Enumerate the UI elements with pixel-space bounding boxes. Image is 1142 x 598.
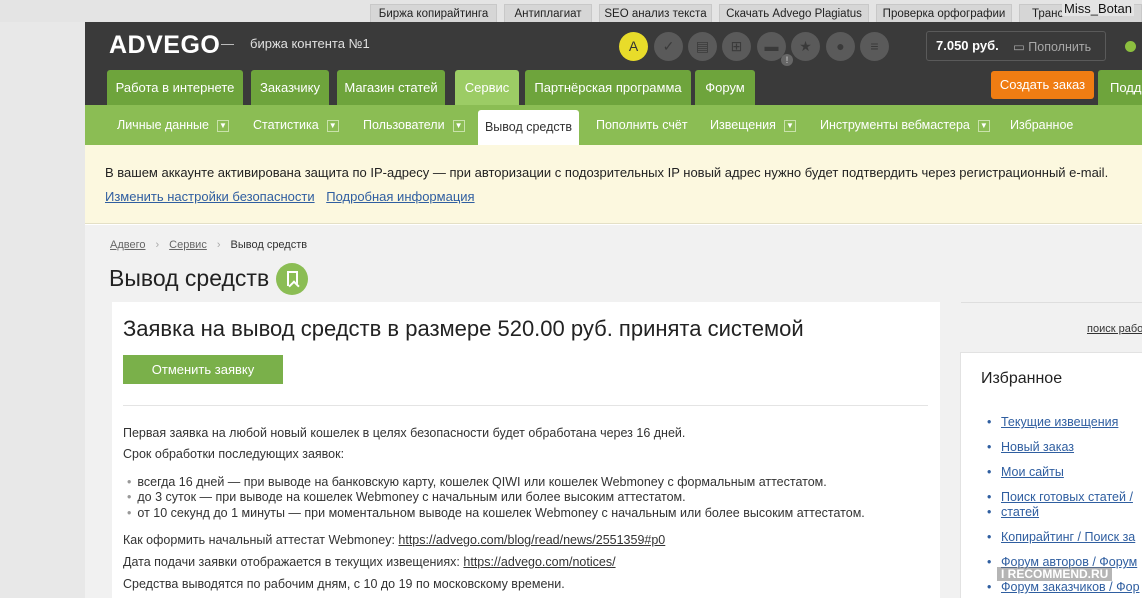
dropdown-icon: ▼ xyxy=(977,119,990,132)
list-icon[interactable]: ≡ xyxy=(860,32,889,61)
card-heading: Заявка на вывод средств в размере 520.00… xyxy=(123,316,804,341)
fav-link[interactable]: Мои сайты xyxy=(987,465,1064,480)
status-dot-icon xyxy=(1125,41,1136,52)
fav-link[interactable]: Новый заказ xyxy=(987,440,1074,455)
chat-icon[interactable]: ● xyxy=(826,32,855,61)
check-icon[interactable]: ✓ xyxy=(654,32,683,61)
hours-text: Средства выводятся по рабочим дням, с 10… xyxy=(123,577,565,591)
header: ADVEGO — биржа контента №1 A ✓ ▤ ⊞ ▬ ! ★ … xyxy=(85,22,1142,70)
first-request-text: Первая заявка на любой новый кошелек в ц… xyxy=(123,426,686,440)
notices-link[interactable]: https://advego.com/notices/ xyxy=(463,555,615,569)
chevron-right-icon: › xyxy=(216,239,221,251)
attest-line: Как оформить начальный аттестат Webmoney… xyxy=(123,533,666,547)
list-item: до 3 суток — при выводе на кошелек Webmo… xyxy=(127,490,685,504)
nav-shop[interactable]: Магазин статей xyxy=(337,70,445,105)
fav-link-cont[interactable]: статей xyxy=(987,505,1039,520)
dropdown-icon: ▼ xyxy=(326,119,339,132)
cart-icon[interactable]: ⊞ xyxy=(722,32,751,61)
subnav-stats[interactable]: Статистика ▼ xyxy=(253,105,339,145)
translate-icon[interactable]: A xyxy=(619,32,648,61)
promo-tab[interactable]: Антиплагиат xyxy=(504,4,592,22)
more-info-link[interactable]: Подробная информация xyxy=(326,189,474,204)
withdraw-card: Заявка на вывод средств в размере 520.00… xyxy=(112,302,940,598)
favorites-title: Избранное xyxy=(981,370,1063,387)
site: ADVEGO — биржа контента №1 A ✓ ▤ ⊞ ▬ ! ★ … xyxy=(85,22,1142,598)
nav-partner[interactable]: Партнёрская программа xyxy=(525,70,691,105)
breadcrumb: Адвего › Сервис › Вывод средств xyxy=(110,239,307,251)
balance-amount: 7.050 руб. xyxy=(936,38,999,53)
search-work-link[interactable]: поиск рабо xyxy=(1087,323,1142,335)
nav-customer[interactable]: Заказчику xyxy=(251,70,329,105)
promo-bar: Биржа копирайтинга Антиплагиат SEO анали… xyxy=(0,0,1142,22)
promo-tab[interactable]: Скачать Advego Plagiatus xyxy=(719,4,869,22)
username[interactable]: Miss_Botan xyxy=(1062,1,1134,16)
document-icon[interactable]: ▤ xyxy=(688,32,717,61)
breadcrumb-link[interactable]: Сервис xyxy=(169,239,207,251)
breadcrumb-link[interactable]: Адвего xyxy=(110,239,145,251)
dropdown-icon: ▼ xyxy=(783,119,796,132)
promo-tab[interactable]: Проверка орфографии xyxy=(876,4,1012,22)
chevron-right-icon: › xyxy=(155,239,160,251)
bookmark-icon[interactable] xyxy=(276,263,308,295)
divider xyxy=(123,405,928,406)
divider xyxy=(961,302,1142,303)
logo[interactable]: ADVEGO xyxy=(109,31,220,60)
promo-tab[interactable]: Биржа копирайтинга xyxy=(370,4,497,22)
nav-forum[interactable]: Форум xyxy=(695,70,755,105)
notice-links: Изменить настройки безопасности Подробна… xyxy=(105,189,483,204)
subnav-notices[interactable]: Извещения ▼ xyxy=(710,105,796,145)
create-order-button[interactable]: Создать заказ xyxy=(991,71,1094,99)
security-notice: В вашем аккаунте активирована защита по … xyxy=(85,145,1142,224)
fav-link[interactable]: Поиск готовых статей / xyxy=(987,490,1133,505)
sub-nav: Личные данные ▼ Статистика ▼ Пользователи ▼… xyxy=(85,105,1142,145)
processing-title: Срок обработки последующих заявок: xyxy=(123,447,345,461)
notification-badge: ! xyxy=(781,54,793,66)
notice-text: В вашем аккаунте активирована защита по … xyxy=(105,165,1109,180)
dropdown-icon: ▼ xyxy=(217,119,229,132)
attest-link[interactable]: https://advego.com/blog/read/news/255135… xyxy=(398,533,665,547)
subnav-users[interactable]: Пользователи ▼ xyxy=(363,105,465,145)
subnav-favorites[interactable]: Избранное xyxy=(1010,105,1073,145)
cancel-request-button[interactable]: Отменить заявку xyxy=(123,355,283,384)
page-title: Вывод средств xyxy=(109,265,270,291)
nav-work[interactable]: Работа в интернете xyxy=(107,70,243,105)
breadcrumb-current: Вывод средств xyxy=(230,239,308,251)
watermark: I RECOMMEND.RU xyxy=(997,567,1113,581)
subnav-webmaster[interactable]: Инструменты вебмастера ▼ xyxy=(820,105,990,145)
subnav-personal[interactable]: Личные данные ▼ xyxy=(117,105,229,145)
fav-link[interactable]: Форум заказчиков / Фор xyxy=(987,580,1139,595)
star-icon[interactable]: ★ xyxy=(791,32,820,61)
dropdown-icon: ▼ xyxy=(452,119,465,132)
favorites-panel: Избранное Текущие извещения Новый заказ … xyxy=(960,352,1142,598)
content: Адвего › Сервис › Вывод средств Вывод средст… xyxy=(85,225,1142,598)
topup-link[interactable]: ▭ Пополнить xyxy=(1013,39,1091,54)
balance-box[interactable]: 7.050 руб. ▭ Пополнить xyxy=(926,31,1106,61)
list-item: от 10 секунд до 1 минуты — при моменталь… xyxy=(127,506,864,520)
slogan: — биржа контента №1 xyxy=(221,36,370,51)
list-item: всегда 16 дней — при выводе на банковску… xyxy=(127,475,826,489)
fav-link[interactable]: Текущие извещения xyxy=(987,415,1118,430)
nav-service[interactable]: Сервис xyxy=(455,70,519,105)
main-nav: Работа в интернете Заказчику Магазин ста… xyxy=(85,70,1142,105)
date-line: Дата подачи заявки отображается в текущи… xyxy=(123,555,616,569)
subnav-withdraw[interactable]: Вывод средств xyxy=(478,110,579,145)
card-icon: ▭ xyxy=(1013,40,1029,54)
fav-link[interactable]: Копирайтинг / Поиск за xyxy=(987,530,1135,545)
subnav-topup[interactable]: Пополнить счёт xyxy=(596,105,688,145)
promo-tab[interactable]: SEO анализ текста xyxy=(599,4,712,22)
nav-support[interactable]: Подде xyxy=(1098,70,1142,105)
security-settings-link[interactable]: Изменить настройки безопасности xyxy=(105,189,315,204)
